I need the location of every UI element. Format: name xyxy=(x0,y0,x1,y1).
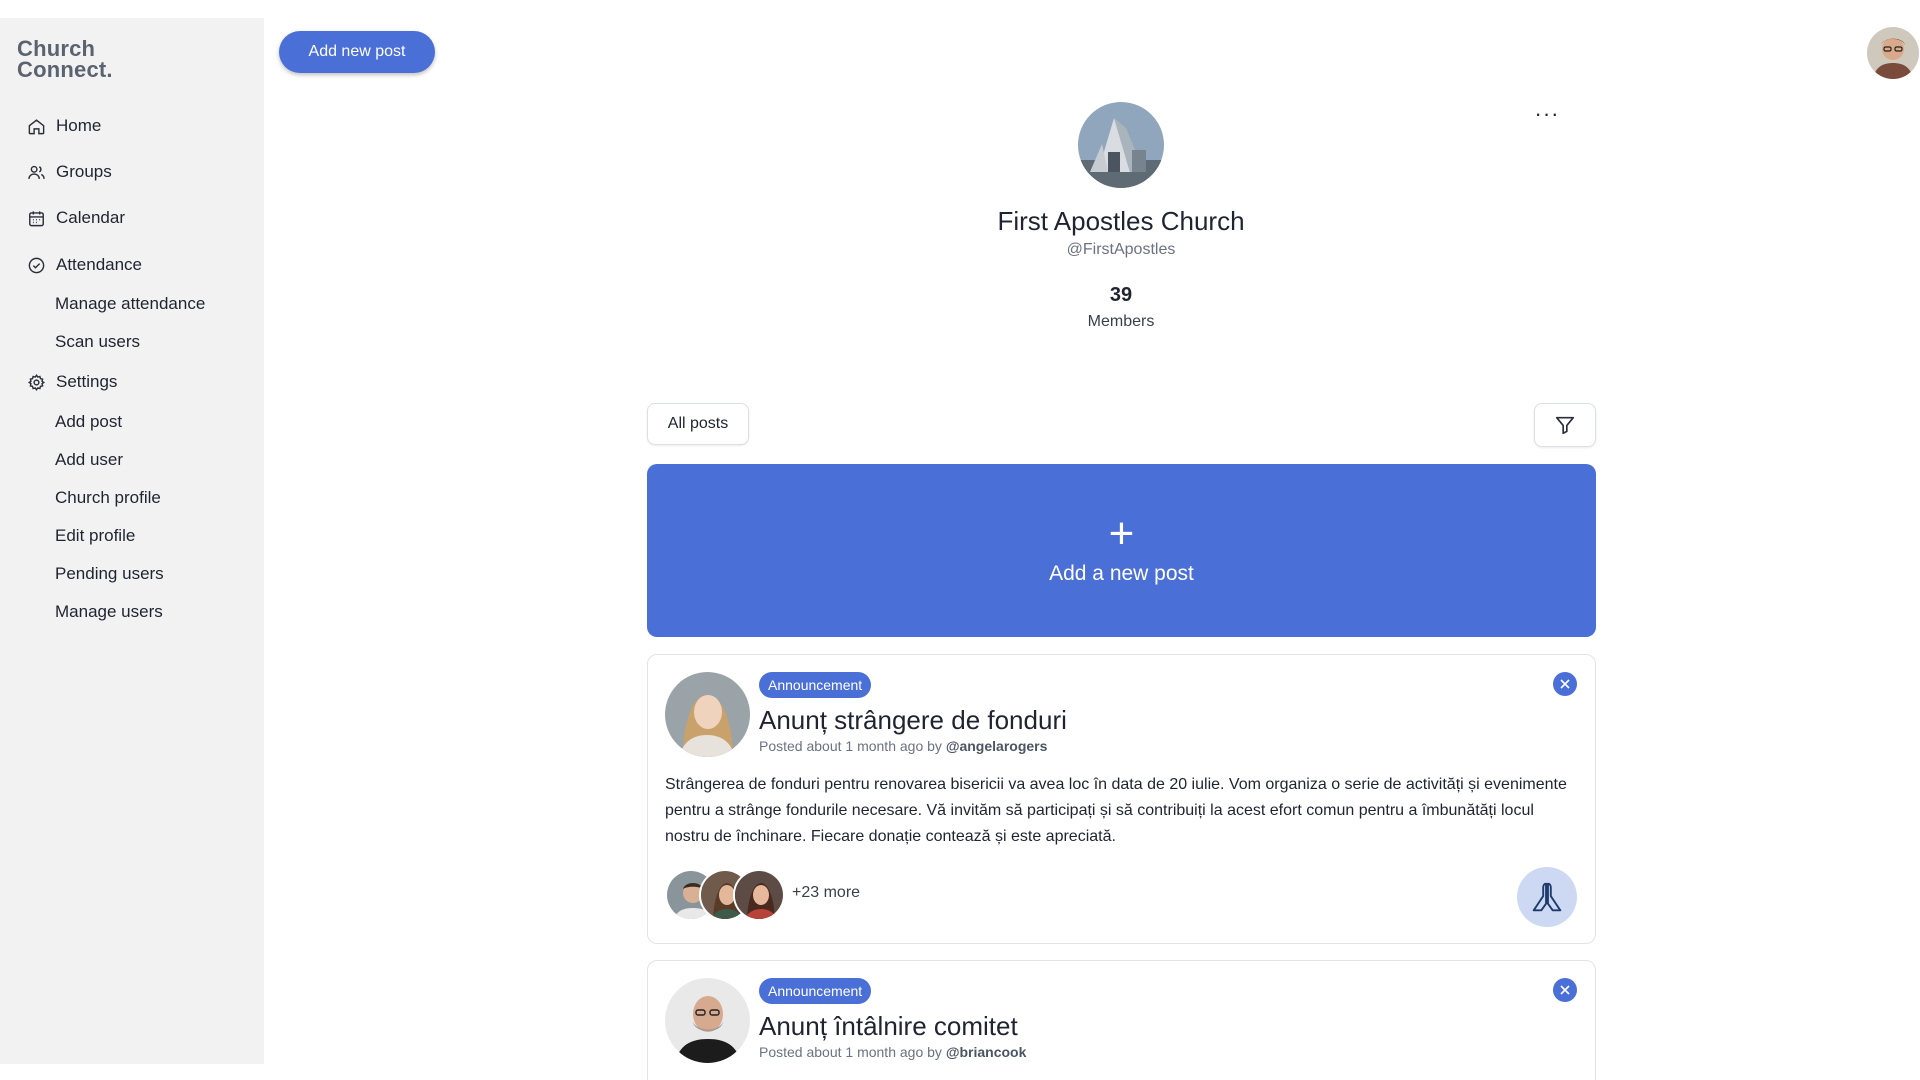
post-meta-prefix: Posted about 1 month ago by xyxy=(759,738,946,754)
post-card: Announcement Anunț întâlnire comitet Pos… xyxy=(647,960,1596,1080)
reactor-avatars[interactable] xyxy=(665,869,785,921)
post-meta: Posted about 1 month ago by @angelaroger… xyxy=(759,738,1047,754)
reactor-avatar xyxy=(733,869,785,921)
church-name: First Apostles Church xyxy=(997,206,1245,236)
sidebar: Church Connect. Home Groups Calendar Att… xyxy=(0,18,264,1064)
sidebar-subitem-add-post[interactable]: Add post xyxy=(55,410,122,434)
more-reactions-count[interactable]: +23 more xyxy=(792,884,860,902)
close-post-button[interactable] xyxy=(1553,978,1577,1002)
all-posts-filter[interactable]: All posts xyxy=(647,403,749,445)
logo-line-1: Church xyxy=(17,36,96,61)
post-title[interactable]: Anunț întâlnire comitet xyxy=(759,1011,1018,1042)
filter-icon xyxy=(1555,416,1575,435)
post-meta-prefix: Posted about 1 month ago by xyxy=(759,1044,946,1060)
church-avatar xyxy=(1078,102,1164,188)
post-category-badge: Announcement xyxy=(759,672,872,698)
sidebar-subitem-church-profile[interactable]: Church profile xyxy=(55,486,161,510)
post-author-avatar[interactable] xyxy=(665,672,750,757)
praying-hands-icon xyxy=(1532,882,1562,912)
post-title[interactable]: Anunț strângere de fonduri xyxy=(759,705,1067,736)
sidebar-item-label: Groups xyxy=(56,162,112,181)
user-avatar-image xyxy=(1867,27,1919,79)
post-author-avatar[interactable] xyxy=(665,978,750,1063)
more-options-button[interactable]: ··· xyxy=(1530,103,1564,132)
post-category-badge: Announcement xyxy=(759,978,872,1004)
members-count: 39 xyxy=(1109,284,1133,306)
sidebar-subitem-manage-users[interactable]: Manage users xyxy=(55,600,163,624)
pray-reaction-button[interactable] xyxy=(1517,867,1577,927)
close-icon xyxy=(1560,679,1570,689)
church-handle: @FirstApostles xyxy=(1066,241,1176,258)
users-icon xyxy=(28,165,45,179)
add-new-post-button[interactable]: Add new post xyxy=(279,31,435,73)
app-logo[interactable]: Church Connect. xyxy=(17,36,113,82)
sidebar-item-home[interactable]: Home xyxy=(27,114,101,138)
filter-button[interactable] xyxy=(1534,403,1596,447)
close-icon xyxy=(1560,985,1570,995)
author-photo xyxy=(665,978,750,1063)
add-post-label: Add a new post xyxy=(1049,562,1194,585)
author-photo xyxy=(665,672,750,757)
logo-line-2: Connect. xyxy=(17,57,113,82)
sidebar-item-label: Settings xyxy=(56,372,118,391)
gear-icon xyxy=(27,373,46,391)
plus-icon: + xyxy=(1108,509,1135,558)
sidebar-item-groups[interactable]: Groups xyxy=(27,160,112,184)
post-author-link[interactable]: @angelarogers xyxy=(946,738,1048,754)
add-post-panel[interactable]: + Add a new post xyxy=(647,464,1596,637)
sidebar-subitem-edit-profile[interactable]: Edit profile xyxy=(55,524,135,548)
home-icon xyxy=(28,118,45,134)
close-post-button[interactable] xyxy=(1553,672,1577,696)
post-body: Strângerea de fonduri pentru renovarea b… xyxy=(665,776,1567,845)
church-building-image xyxy=(1078,102,1164,188)
sidebar-subitem-scan-users[interactable]: Scan users xyxy=(55,330,140,354)
sidebar-subitem-pending-users[interactable]: Pending users xyxy=(55,562,164,586)
sidebar-subitem-add-user[interactable]: Add user xyxy=(55,448,123,472)
sidebar-item-label: Home xyxy=(56,116,102,135)
post-author-link[interactable]: @briancook xyxy=(946,1044,1027,1060)
members-label: Members xyxy=(1087,313,1155,330)
sidebar-item-settings[interactable]: Settings xyxy=(27,370,117,394)
post-meta: Posted about 1 month ago by @briancook xyxy=(759,1044,1026,1060)
user-avatar[interactable] xyxy=(1867,27,1919,79)
post-card: Announcement Anunț strângere de fonduri … xyxy=(647,654,1596,944)
